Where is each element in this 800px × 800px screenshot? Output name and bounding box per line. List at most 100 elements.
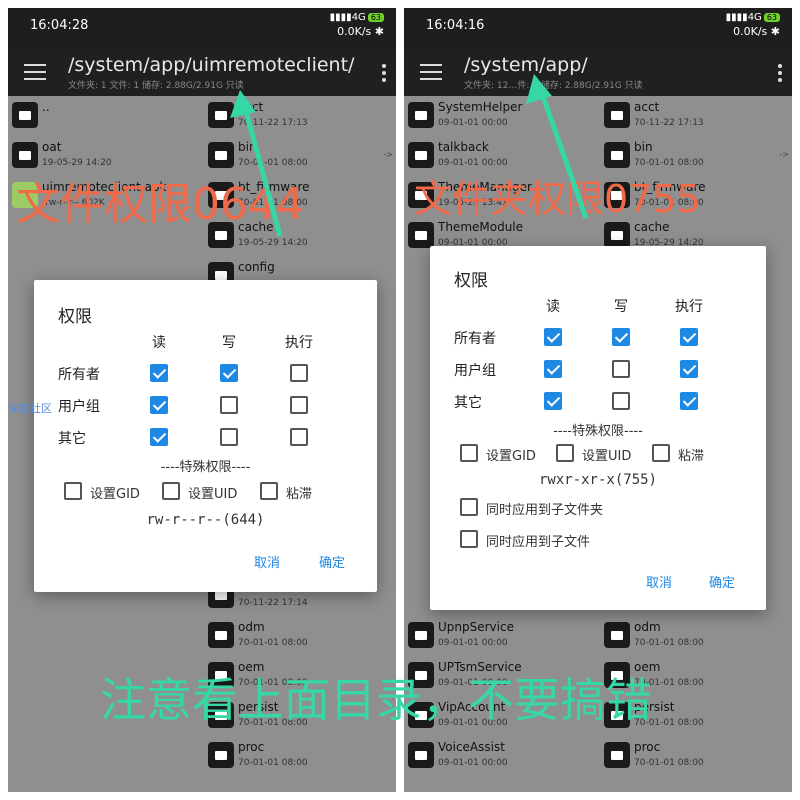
file-date: 70-01-01 08:00 (634, 638, 704, 648)
more-options-icon[interactable] (382, 64, 386, 85)
folder-icon (408, 102, 434, 128)
set-uid-label: 设置UID (582, 449, 632, 464)
row-group: 用户组 (454, 363, 496, 379)
file-date: 09-01-01 00:00 (438, 638, 508, 648)
file-date: 19-05-29 13:41 (438, 198, 508, 208)
net-speed: 0.0K/s ✱ (733, 25, 780, 38)
list-item[interactable]: acct 70-11-22 17:13 (204, 96, 396, 136)
group-read-checkbox[interactable] (544, 360, 562, 378)
list-item[interactable]: oat 19-05-29 14:20 (8, 136, 201, 176)
list-item[interactable]: proc 70-01-01 08:00 (600, 736, 792, 776)
signal-icon: ▮▮▮▮ (329, 12, 352, 23)
file-date: 19-05-29 14:20 (238, 238, 308, 248)
owner-exec-checkbox[interactable] (680, 328, 698, 346)
file-name: proc (238, 740, 265, 754)
cancel-button[interactable]: 取消 (646, 572, 672, 591)
folder-icon (604, 142, 630, 168)
set-gid-label: 设置GID (90, 487, 140, 502)
folder-icon (12, 102, 38, 128)
sticky-checkbox[interactable] (652, 444, 670, 462)
owner-read-checkbox[interactable] (544, 328, 562, 346)
group-write-checkbox[interactable] (612, 360, 630, 378)
folder-icon (604, 182, 630, 208)
list-item[interactable]: proc 70-01-01 08:00 (204, 736, 396, 776)
list-item[interactable]: UpnpService 09-01-01 00:00 (404, 616, 597, 656)
file-name: bt_firmware (634, 180, 706, 194)
link-arrow-icon: -> (779, 150, 789, 159)
owner-exec-checkbox[interactable] (290, 364, 308, 382)
list-item[interactable]: uimremoteclient.apk -rw-r--r-- 602K (8, 176, 201, 216)
folder-icon (604, 742, 630, 768)
row-other: 其它 (58, 431, 86, 447)
other-write-checkbox[interactable] (612, 392, 630, 410)
owner-read-checkbox[interactable] (150, 364, 168, 382)
apply-subfiles-label: 同时应用到子文件 (486, 535, 591, 550)
list-item[interactable]: bin 70-01-01 08:00 -> (204, 136, 396, 176)
row-owner: 所有者 (58, 367, 100, 383)
file-name: ThemeModule (438, 220, 524, 234)
cancel-button[interactable]: 取消 (254, 552, 280, 571)
set-uid-label: 设置UID (188, 487, 238, 502)
apply-subfiles-checkbox[interactable] (460, 530, 478, 548)
group-write-checkbox[interactable] (220, 396, 238, 414)
network-type: 4G (747, 12, 762, 23)
list-item[interactable]: acct 70-11-22 17:13 (600, 96, 792, 136)
group-exec-checkbox[interactable] (680, 360, 698, 378)
permission-mode: rwxr-xr-x(755) (538, 472, 657, 488)
file-date: -rw-r--r-- 602K (42, 198, 105, 208)
list-item[interactable]: .. (8, 96, 201, 136)
col-write: 写 (222, 335, 236, 351)
col-write: 写 (614, 299, 628, 315)
set-gid-label: 设置GID (486, 449, 536, 464)
list-item[interactable]: SystemHelper 09-01-01 00:00 (404, 96, 597, 136)
list-item[interactable]: odm 70-01-01 08:00 (204, 616, 396, 656)
file-name: odm (238, 620, 265, 634)
battery-icon: 63 (763, 13, 780, 22)
list-item[interactable]: bin 70-01-01 08:00 -> (600, 136, 792, 176)
list-item[interactable]: cache 19-05-29 14:20 (204, 216, 396, 256)
file-name: proc (634, 740, 661, 754)
other-write-checkbox[interactable] (220, 428, 238, 446)
folder-icon (408, 222, 434, 248)
folder-icon (604, 102, 630, 128)
more-options-icon[interactable] (778, 64, 782, 85)
list-item[interactable]: ThemeManager 19-05-29 13:41 (404, 176, 597, 216)
list-item[interactable]: bt_firmware 70-01-01 08:00 (204, 176, 396, 216)
set-gid-checkbox[interactable] (64, 482, 82, 500)
list-item[interactable]: VoiceAssist 09-01-01 00:00 (404, 736, 597, 776)
apply-subfolders-checkbox[interactable] (460, 498, 478, 516)
set-gid-checkbox[interactable] (460, 444, 478, 462)
col-exec: 执行 (285, 335, 313, 351)
set-uid-checkbox[interactable] (556, 444, 574, 462)
toolbar: /system/app/ 文件夹: 12…件: 0 储存: 2.88G/2.91… (404, 54, 792, 96)
file-name: SystemHelper (438, 100, 523, 114)
other-exec-checkbox[interactable] (290, 428, 308, 446)
file-name: bt_firmware (238, 180, 310, 194)
group-exec-checkbox[interactable] (290, 396, 308, 414)
set-uid-checkbox[interactable] (162, 482, 180, 500)
apk-icon (12, 182, 38, 208)
file-name: VoiceAssist (438, 740, 505, 754)
other-read-checkbox[interactable] (544, 392, 562, 410)
folder-icon (208, 182, 234, 208)
folder-icon (208, 222, 234, 248)
menu-icon[interactable] (24, 64, 46, 82)
ok-button[interactable]: 确定 (709, 572, 735, 591)
owner-write-checkbox[interactable] (220, 364, 238, 382)
other-exec-checkbox[interactable] (680, 392, 698, 410)
owner-write-checkbox[interactable] (612, 328, 630, 346)
list-item[interactable]: odm 70-01-01 08:00 (600, 616, 792, 656)
signal-indicator: ▮▮▮▮4G 63 0.0K/s ✱ (726, 12, 780, 38)
ok-button[interactable]: 确定 (319, 552, 345, 571)
list-item[interactable]: talkback 09-01-01 00:00 (404, 136, 597, 176)
path-info: 文件夹: 12…件: 0 储存: 2.88G/2.91G 只读 (464, 81, 643, 91)
sticky-checkbox[interactable] (260, 482, 278, 500)
other-read-checkbox[interactable] (150, 428, 168, 446)
status-time: 16:04:28 (30, 18, 89, 33)
file-name: acct (238, 100, 264, 114)
group-read-checkbox[interactable] (150, 396, 168, 414)
col-read: 读 (546, 299, 560, 315)
list-item[interactable]: bt_firmware 70-01-01 08:00 (600, 176, 792, 216)
menu-icon[interactable] (420, 64, 442, 82)
special-permissions-title: ----特殊权限---- (553, 424, 643, 439)
